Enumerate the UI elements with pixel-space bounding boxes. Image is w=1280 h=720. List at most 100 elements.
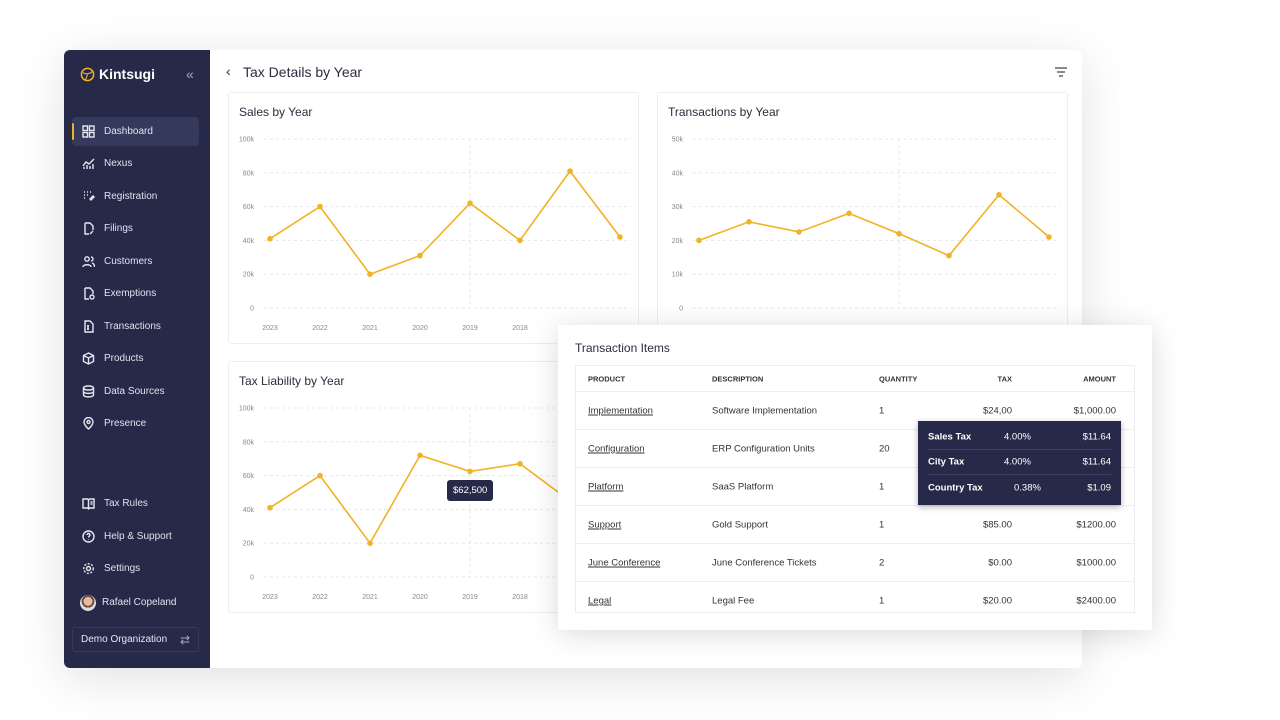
sidebar-item-label: Help & Support [104,531,172,542]
sidebar-item-tax-rules[interactable]: Tax Rules [72,489,199,518]
y-tick-label: 40k [672,170,684,177]
product-link[interactable]: Legal [588,596,611,607]
cell: 1 [879,481,885,492]
table-title: Transaction Items [575,341,670,355]
user-profile[interactable]: Rafael Copeland [72,588,199,617]
switch-icon: ⇄ [179,632,190,647]
chart-tooltip: $62,500 [447,480,494,501]
org-name: Demo Organization [81,634,168,645]
product-link[interactable]: Platform [588,481,623,492]
cell: $24,00 [982,405,1012,416]
table-row: Legal Legal Fee 1 $20.00 $2400.00 [576,582,1134,620]
x-tick-label: 2020 [412,594,428,601]
sidebar-item-data-sources[interactable]: Data Sources [72,377,199,406]
data-point [467,200,473,207]
column-header: AMOUNT [1083,374,1116,383]
product-link[interactable]: Implementation [588,405,653,416]
x-tick-label: 2018 [512,594,528,601]
data-point [846,210,852,217]
y-tick-label: 80k [243,439,255,446]
collapse-sidebar-icon[interactable]: « [186,66,194,82]
data-point [1046,234,1052,240]
y-tick-label: 60k [243,204,255,211]
cell: Software Implementation [712,405,818,416]
cell: SaaS Platform [712,481,774,492]
sidebar-item-exemptions[interactable]: Exemptions [72,279,199,308]
cell: 1 [879,519,885,530]
transactions-chart-card: Transactions by Year010k20k30k40k50k2023… [657,92,1068,344]
sidebar-item-filings[interactable]: Filings [72,214,199,243]
grid-icon [82,125,95,138]
sidebar-item-customers[interactable]: Customers [72,247,199,276]
y-tick-label: 40k [243,238,255,245]
data-point [617,234,623,240]
receipt-icon [84,320,94,333]
sidebar-item-dashboard[interactable]: Dashboard [72,117,199,146]
cell: $1200.00 [1076,519,1116,530]
org-switcher[interactable]: Demo Organization ⇄ [72,627,199,652]
filter-icon[interactable] [1054,66,1068,78]
column-header: PRODUCT [588,374,626,383]
sidebar-item-nexus[interactable]: Nexus [72,149,199,178]
tax-name: Sales Tax [928,431,972,443]
data-point [367,540,373,546]
box-icon [82,352,95,365]
table-row: June Conference June Conference Tickets 2 $… [576,544,1134,582]
file-badge-icon [84,287,95,300]
avatar [80,594,96,611]
x-tick-label: 2023 [262,325,278,332]
cell: $2400.00 [1076,595,1116,607]
y-tick-label: 40k [243,507,255,514]
tax-amount: $1.09 [1087,482,1111,493]
cell: ERP Configuration Units [712,443,815,454]
cell: Gold Support [712,519,768,530]
cell: 1 [879,405,885,416]
cell: $85.00 [982,519,1012,530]
sidebar-item-label: Presence [104,418,147,429]
sidebar-item-help-support[interactable]: Help & Support [72,522,199,551]
column-header: DESCRIPTION [712,374,764,383]
data-point [317,472,323,479]
x-tick-label: 2022 [312,594,328,601]
x-tick-label: 2023 [262,594,278,601]
sidebar-item-label: Settings [104,563,141,574]
sidebar-item-transactions[interactable]: Transactions [72,312,199,341]
data-point [467,468,473,475]
series-line [698,193,1050,257]
y-tick-label: 0 [250,575,254,582]
cell: 2 [879,557,885,568]
sidebar-item-registration[interactable]: Registration [72,182,199,211]
data-point [796,229,802,235]
product-link[interactable]: Support [588,519,621,530]
page-title: Tax Details by Year [243,64,363,80]
x-tick-label: 2019 [462,325,478,332]
sidebar-item-presence[interactable]: Presence [72,409,199,438]
column-header: QUANTITY [879,374,918,383]
data-point [746,219,752,225]
y-tick-label: 60k [243,473,255,480]
data-point [267,235,273,242]
x-tick-label: 2021 [362,325,378,332]
y-tick-label: 50k [672,137,684,144]
cell: $1000.00 [1076,557,1116,568]
x-tick-label: 2019 [462,594,478,601]
sidebar-item-label: Dashboard [104,126,153,137]
data-point [896,230,902,237]
x-tick-label: 2020 [412,325,428,332]
tax-breakdown-tooltip: Sales Tax 4.00% $11.64 City Tax 4.00% $11.64 C… [918,421,1121,505]
product-link[interactable]: Configuration [588,443,645,454]
app-name: Kintsugi [99,66,155,82]
sidebar-item-products[interactable]: Products [72,344,199,373]
table-header: PRODUCT DESCRIPTION QUANTITY TAX AMOUNT [576,366,1134,392]
y-tick-label: 0 [250,306,254,313]
back-chevron-icon[interactable]: ‹ [226,63,231,79]
y-tick-label: 20k [243,272,255,279]
tax-breakdown-row: Sales Tax 4.00% $11.64 [928,425,1111,450]
logo[interactable]: Kintsugi [80,66,155,82]
sidebar-item-settings[interactable]: Settings [72,554,199,583]
sidebar: Kintsugi « Dashboard Nexus Registration Fil… [64,50,210,668]
product-link[interactable]: June Conference [588,557,660,568]
cell: $20.00 [982,595,1012,607]
kintsugi-logo-icon [80,67,95,81]
tax-rate: 4.00% [1004,456,1031,468]
